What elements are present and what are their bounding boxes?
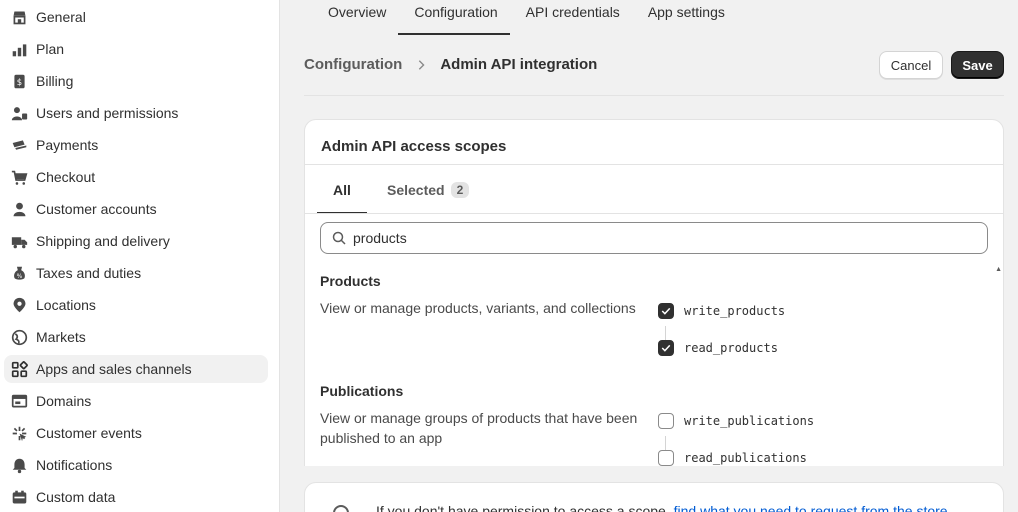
scopes-list[interactable]: ▲ Products View or manage products, vari… (305, 264, 1003, 481)
divider (304, 95, 1004, 96)
info-text: If you don't have permission to access a… (376, 503, 948, 512)
checkbox-checked-icon[interactable] (658, 340, 674, 356)
tab-overview[interactable]: Overview (312, 0, 398, 35)
cart-icon (10, 168, 28, 186)
sidebar-item-payments[interactable]: Payments (4, 131, 268, 159)
domains-icon (10, 392, 28, 410)
sidebar-item-taxes[interactable]: % Taxes and duties (4, 259, 268, 287)
scope-search-field[interactable] (320, 222, 988, 254)
svg-text:%: % (16, 272, 22, 279)
globe-icon (10, 328, 28, 346)
sidebar-item-markets[interactable]: Markets (4, 323, 268, 351)
info-link[interactable]: find what you need to request from the s… (674, 503, 948, 512)
tax-icon: % (10, 264, 28, 282)
scope-group-description: View or manage products, variants, and c… (320, 300, 636, 316)
sidebar-item-customer-events[interactable]: Customer events (4, 419, 268, 447)
sidebar-item-billing[interactable]: $ Billing (4, 67, 268, 95)
sidebar-item-label: Apps and sales channels (36, 361, 192, 377)
sidebar-item-label: Locations (36, 297, 96, 313)
sidebar-item-label: Billing (36, 73, 74, 89)
scope-group-title: Products (320, 273, 381, 289)
scroll-up-arrow-icon[interactable]: ▲ (995, 266, 1002, 273)
app-tabs: Overview Configuration API credentials A… (312, 0, 737, 35)
apps-icon (10, 360, 28, 378)
scope-label: read_publications (684, 451, 807, 465)
checkbox-unchecked-icon[interactable] (658, 413, 674, 429)
sidebar-item-label: Users and permissions (36, 105, 179, 121)
settings-sidebar: General Plan $ Billing Users and permiss… (0, 0, 280, 512)
sidebar-item-apps[interactable]: Apps and sales channels (4, 355, 268, 383)
sidebar-item-label: Custom data (36, 489, 116, 505)
chevron-right-icon (414, 58, 428, 72)
access-scopes-card: Admin API access scopes All Selected 2 ▲… (304, 119, 1004, 482)
sparkle-icon (10, 424, 28, 442)
bell-icon (10, 456, 28, 474)
payments-icon (10, 136, 28, 154)
scope-write-products[interactable]: write_products (658, 303, 785, 319)
scope-read-publications[interactable]: read_publications (658, 450, 807, 466)
selected-count-badge: 2 (450, 181, 470, 198)
page-title: Admin API integration (440, 56, 598, 73)
tab-selected-scopes[interactable]: Selected 2 (387, 165, 470, 214)
svg-text:$: $ (16, 77, 21, 87)
sidebar-item-checkout[interactable]: Checkout (4, 163, 268, 191)
search-input[interactable] (353, 230, 953, 246)
sidebar-item-label: General (36, 9, 86, 25)
sidebar-item-label: Customer accounts (36, 201, 157, 217)
sidebar-item-label: Shipping and delivery (36, 233, 170, 249)
info-circle-icon (331, 503, 351, 512)
card-title: Admin API access scopes (321, 138, 507, 155)
sidebar-item-notifications[interactable]: Notifications (4, 451, 268, 479)
sidebar-item-label: Payments (36, 137, 99, 153)
tab-selected-label: Selected (387, 181, 445, 198)
billing-icon: $ (10, 72, 28, 90)
scope-label: write_products (684, 304, 786, 318)
tab-api-credentials[interactable]: API credentials (510, 0, 632, 35)
tab-all-scopes[interactable]: All (317, 165, 367, 214)
sidebar-item-label: Domains (36, 393, 92, 409)
scope-read-products[interactable]: read_products (658, 340, 778, 356)
cancel-button[interactable]: Cancel (879, 51, 943, 79)
location-pin-icon (10, 296, 28, 314)
sidebar-item-label: Customer events (36, 425, 142, 441)
info-banner: If you don't have permission to access a… (304, 482, 1004, 512)
tab-app-settings[interactable]: App settings (632, 0, 737, 35)
sidebar-item-locations[interactable]: Locations (4, 291, 268, 319)
sidebar-item-users[interactable]: Users and permissions (4, 99, 268, 127)
sidebar-item-shipping[interactable]: Shipping and delivery (4, 227, 268, 255)
sidebar-item-custom-data[interactable]: Custom data (4, 483, 268, 511)
person-icon (10, 200, 28, 218)
custom-data-icon (10, 488, 28, 506)
sidebar-item-general[interactable]: General (4, 3, 268, 31)
sidebar-item-label: Taxes and duties (36, 265, 142, 281)
plan-icon (10, 40, 28, 58)
users-icon (10, 104, 28, 122)
breadcrumb: Configuration Admin API integration (304, 56, 597, 73)
sidebar-item-label: Plan (36, 41, 65, 57)
tab-configuration[interactable]: Configuration (398, 0, 510, 35)
search-icon (331, 230, 347, 246)
scope-write-publications[interactable]: write_publications (658, 413, 814, 429)
scope-label: read_products (684, 341, 778, 355)
checkbox-unchecked-icon[interactable] (658, 450, 674, 466)
scope-label: write_publications (684, 414, 815, 428)
sidebar-item-domains[interactable]: Domains (4, 387, 268, 415)
main-content: Overview Configuration API credentials A… (280, 0, 1018, 512)
sidebar-item-plan[interactable]: Plan (4, 35, 268, 63)
checkbox-checked-icon[interactable] (658, 303, 674, 319)
scope-group-title: Publications (320, 383, 404, 399)
sidebar-item-customer-accounts[interactable]: Customer accounts (4, 195, 268, 223)
tab-all-label: All (333, 181, 351, 198)
truck-icon (10, 232, 28, 250)
divider (305, 213, 1003, 214)
sidebar-item-label: Checkout (36, 169, 96, 185)
info-message: If you don't have permission to access a… (376, 503, 670, 512)
sidebar-item-label: Markets (36, 329, 86, 345)
breadcrumb-configuration-link[interactable]: Configuration (304, 56, 402, 73)
save-button[interactable]: Save (951, 51, 1004, 79)
sidebar-item-label: Notifications (36, 457, 113, 473)
scope-group-description: View or manage groups of products that h… (320, 410, 638, 446)
store-icon (10, 8, 28, 26)
